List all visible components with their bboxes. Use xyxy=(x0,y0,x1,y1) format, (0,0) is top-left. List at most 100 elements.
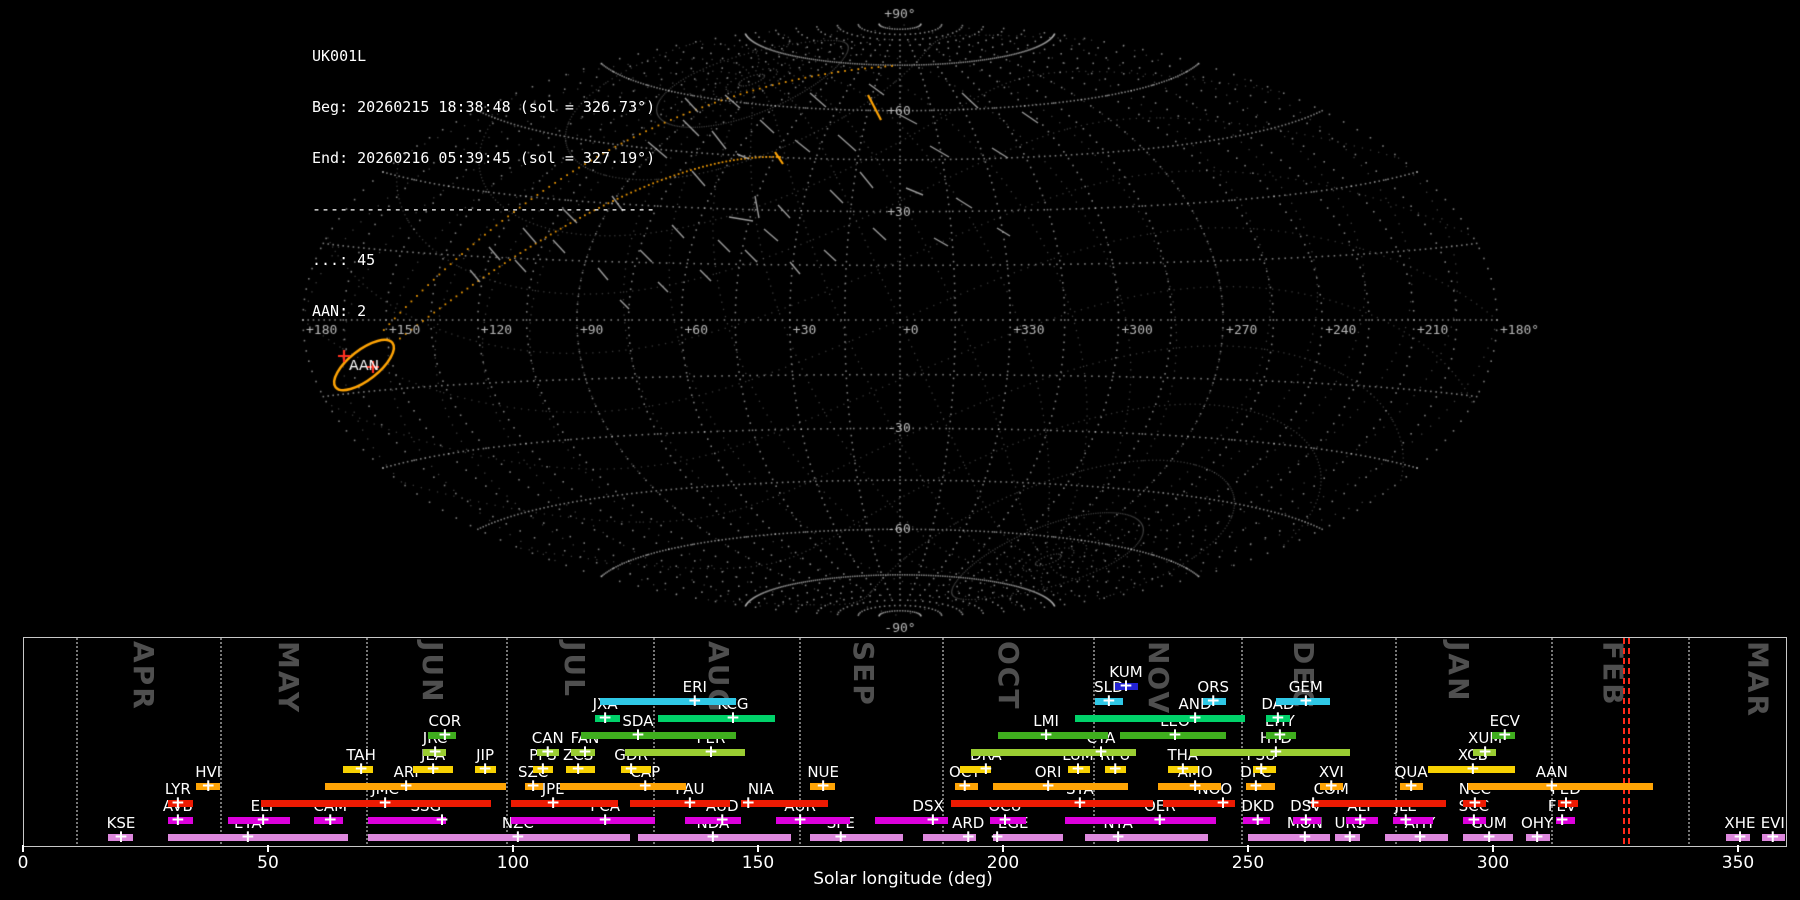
shower-peak-marker-JIP: + xyxy=(477,759,493,779)
shower-peak-marker-ERI: + xyxy=(687,691,702,711)
x-axis-tick-label: 200 xyxy=(986,853,1020,873)
shower-peak-marker-KSE: + xyxy=(113,827,129,847)
shower-peak-marker-NCC: + xyxy=(1467,793,1482,813)
x-axis-tick-label: 150 xyxy=(741,853,775,873)
shower-peak-marker-NUE: + xyxy=(816,776,831,796)
shower-peak-marker-AAN: + xyxy=(1544,776,1559,796)
shower-bar-PCA xyxy=(511,817,656,824)
shower-peak-marker-URS: + xyxy=(1342,827,1358,847)
shower-label-NIA: NIA xyxy=(747,780,774,798)
shower-peak-marker-COM: + xyxy=(1306,793,1321,813)
shower-peak-marker-FAN: + xyxy=(577,742,593,762)
shower-peak-marker-SSG: + xyxy=(434,810,450,830)
x-axis-tick xyxy=(1247,845,1249,852)
shower-bar-ARI xyxy=(324,783,507,790)
month-gridline xyxy=(366,638,368,844)
shower-peak-marker-OCU: + xyxy=(997,810,1013,830)
x-axis-tick-label: 0 xyxy=(17,853,29,873)
shower-peak-marker-CAP: + xyxy=(638,776,653,796)
shower-peak-marker-ELY: + xyxy=(255,810,271,830)
shower-peak-marker-LYR: + xyxy=(170,793,185,813)
shower-bar-ORI xyxy=(993,783,1128,790)
shower-peak-marker-EHY: + xyxy=(1272,725,1287,745)
month-gridline xyxy=(219,638,222,844)
shower-bar-ETA xyxy=(168,834,348,841)
shower-peak-marker-JXA: + xyxy=(597,708,613,728)
shower-peak-marker-NTA: + xyxy=(1111,827,1126,847)
shower-peak-marker-XHE: + xyxy=(1732,827,1748,847)
shower-peak-marker-CAN: + xyxy=(540,742,555,762)
shower-peak-marker-AUR: + xyxy=(793,810,808,830)
shower-bar-STA xyxy=(951,800,1153,807)
shower-peak-marker-JRC: + xyxy=(427,742,443,762)
shower-peak-marker-JPE: + xyxy=(546,793,561,813)
shower-peak-marker-ARI: + xyxy=(399,776,414,796)
shower-peak-marker-XVI: + xyxy=(1324,776,1339,796)
shower-peak-marker-NDA: + xyxy=(705,827,721,847)
shower-peak-marker-JMC: + xyxy=(377,793,393,813)
shower-peak-marker-QUA: + xyxy=(1404,776,1419,796)
shower-peak-marker-JEA: + xyxy=(426,759,441,779)
shower-bar-SDA xyxy=(581,732,736,739)
shower-bar-AAN xyxy=(1468,783,1654,790)
shower-peak-marker-DKD: + xyxy=(1250,810,1265,830)
shower-peak-marker-AHY: + xyxy=(1412,827,1428,847)
shower-bar-JMC xyxy=(261,800,491,807)
month-gridline xyxy=(1688,638,1691,844)
current-sol-line xyxy=(1622,638,1625,844)
shower-peak-marker-NZC: + xyxy=(510,827,526,847)
shower-peak-marker-HYD: + xyxy=(1268,742,1284,762)
shower-peak-marker-ORI: + xyxy=(1040,776,1056,796)
shower-peak-marker-OER: + xyxy=(1152,810,1167,830)
shower-peak-marker-SLD: + xyxy=(1101,691,1116,711)
current-sol-line xyxy=(1627,638,1630,844)
shower-peak-marker-PSU: + xyxy=(1254,759,1269,779)
x-axis-tick-label: 250 xyxy=(1231,853,1265,873)
shower-peak-marker-FEV: + xyxy=(1554,810,1570,830)
shower-peak-marker-AVB: + xyxy=(170,810,185,830)
shower-peak-marker-ARD: + xyxy=(961,827,976,847)
shower-peak-marker-GEM: + xyxy=(1298,691,1313,711)
shower-peak-marker-ZCS: + xyxy=(571,759,586,779)
shower-peak-marker-RPU: + xyxy=(1108,759,1123,779)
shower-peak-marker-LUM: + xyxy=(1070,759,1086,779)
x-axis-tick-label: 350 xyxy=(1721,853,1755,873)
shower-bar-COM xyxy=(1311,800,1446,807)
shower-peak-marker-EVI: + xyxy=(1765,827,1780,847)
shower-peak-marker-LEO: + xyxy=(1167,725,1183,745)
shower-peak-marker-CTA: + xyxy=(1093,742,1109,762)
month-label: JUL xyxy=(557,641,591,698)
shower-peak-marker-EGE: + xyxy=(989,827,1005,847)
shower-bar-PAU xyxy=(630,800,731,807)
shower-bar-ERI xyxy=(600,698,736,705)
activity-timeline-chart: Solar longitude (deg) APR MAY JUN JUL AUG SEP… xyxy=(0,0,1800,900)
shower-peak-marker-JLE: + xyxy=(1398,810,1413,830)
shower-peak-marker-OHY: + xyxy=(1529,827,1545,847)
shower-peak-marker-ALY: + xyxy=(1353,810,1368,830)
shower-bar-JPE xyxy=(511,800,618,807)
shower-peak-marker-XCB: + xyxy=(1465,759,1481,779)
shower-bar-AUD xyxy=(684,817,741,824)
shower-bar-AUR xyxy=(776,817,851,824)
shower-peak-marker-CAM: + xyxy=(323,810,338,830)
shower-peak-marker-STA: + xyxy=(1072,793,1088,813)
shower-peak-marker-LMI: + xyxy=(1038,725,1054,745)
shower-bar-NZC xyxy=(367,834,631,841)
shower-bar-CAP xyxy=(560,783,686,790)
shower-peak-marker-HVI: + xyxy=(201,776,216,796)
shower-peak-marker-GUM: + xyxy=(1481,827,1497,847)
shower-peak-marker-KCG: + xyxy=(725,708,741,728)
shower-peak-marker-MON: + xyxy=(1297,827,1312,847)
month-label: APR xyxy=(127,641,161,711)
shower-peak-marker-DPC: + xyxy=(1248,776,1263,796)
shower-peak-marker-PER: + xyxy=(703,742,719,762)
x-axis-tick xyxy=(22,845,24,852)
shower-bar-CTA xyxy=(971,749,1136,756)
month-label: JAN xyxy=(1442,641,1476,703)
shower-bar-MON xyxy=(1248,834,1330,841)
x-axis-tick xyxy=(267,845,269,852)
shower-peak-marker-TAH: + xyxy=(353,759,369,779)
shower-peak-marker-NIA: + xyxy=(741,793,756,813)
shower-bar-PER xyxy=(625,749,745,756)
shower-peak-marker-SDA: + xyxy=(630,725,646,745)
